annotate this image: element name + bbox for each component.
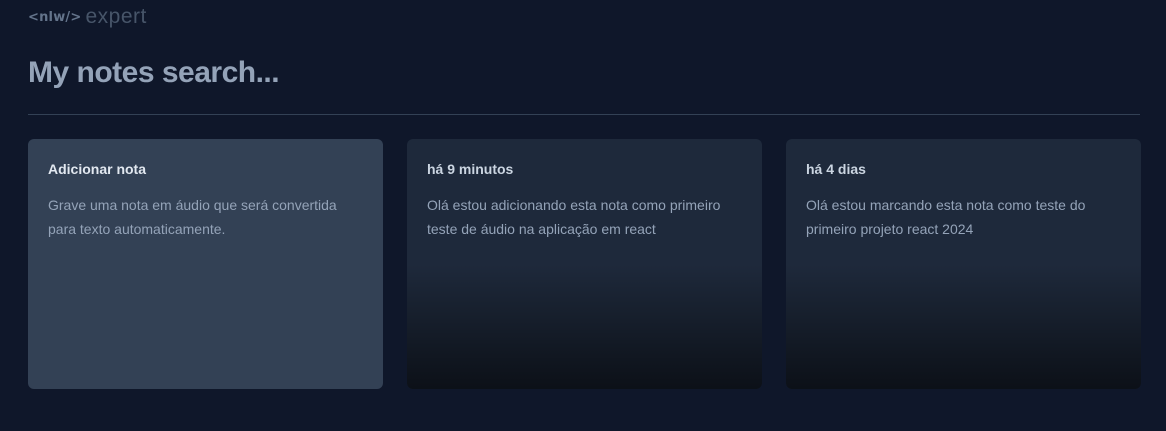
- note-card[interactable]: há 4 dias Olá estou marcando esta nota c…: [786, 139, 1141, 389]
- app-page: <nlw/> expert Adicionar nota Grave uma n…: [0, 0, 1166, 431]
- notes-search-input[interactable]: [28, 48, 1140, 98]
- note-date: há 9 minutos: [427, 161, 514, 177]
- logo-word-text: expert: [85, 5, 147, 28]
- add-note-card[interactable]: Adicionar nota Grave uma nota em áudio q…: [28, 139, 383, 389]
- note-fade-overlay: [786, 264, 1141, 389]
- note-content: Olá estou adicionando esta nota como pri…: [427, 197, 721, 237]
- notes-grid: Adicionar nota Grave uma nota em áudio q…: [28, 139, 1141, 389]
- nlw-expert-logo: <nlw/> expert: [28, 5, 147, 29]
- logo-code-text: <nlw/>: [28, 9, 82, 25]
- note-card[interactable]: há 9 minutos Olá estou adicionando esta …: [407, 139, 762, 389]
- note-fade-overlay: [407, 264, 762, 389]
- add-note-title: Adicionar nota: [48, 161, 147, 177]
- header-divider: [28, 114, 1140, 115]
- note-content: Olá estou marcando esta nota como teste …: [806, 197, 1086, 237]
- add-note-description: Grave uma nota em áudio que será convert…: [48, 197, 337, 237]
- note-date: há 4 dias: [806, 161, 866, 177]
